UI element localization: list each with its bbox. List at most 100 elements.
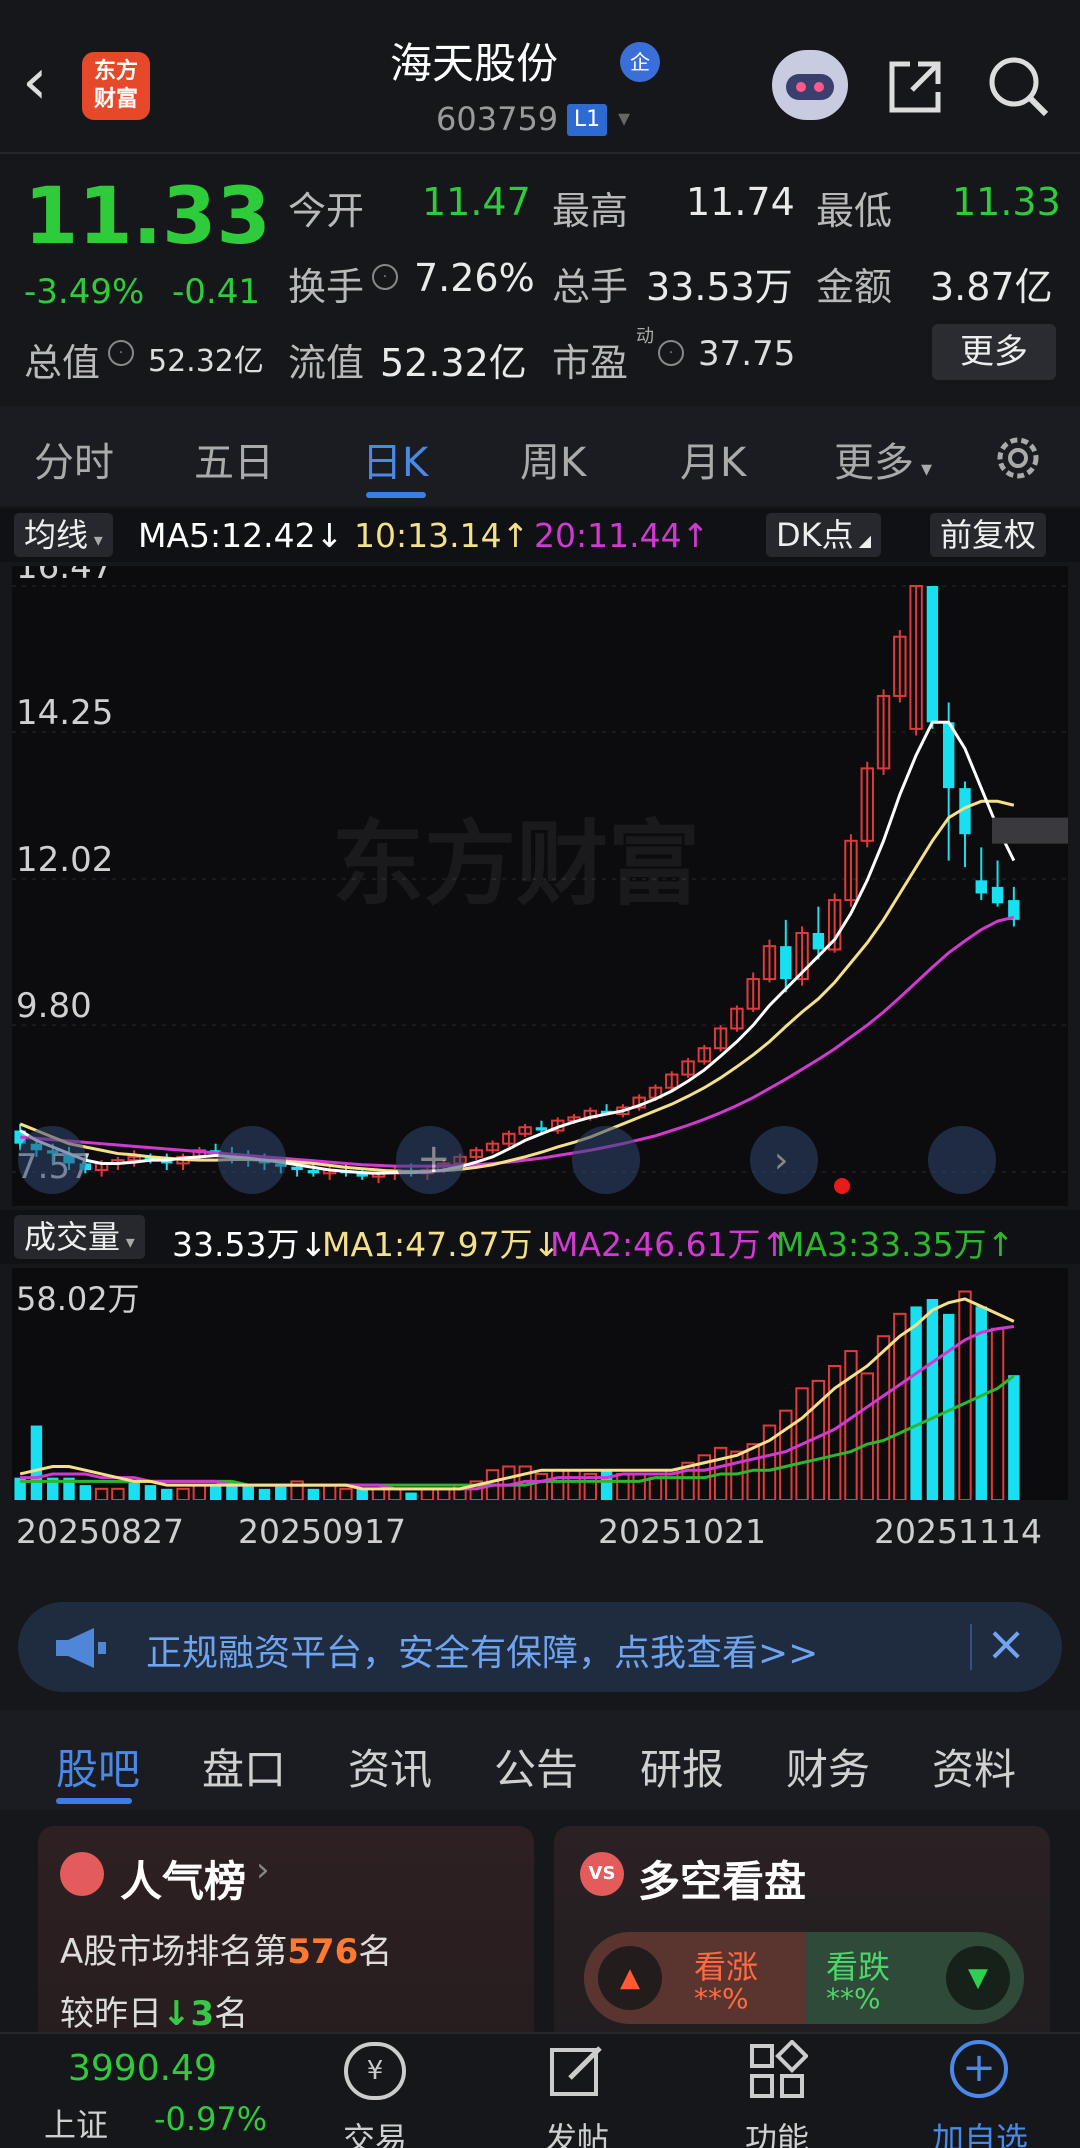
volume-value: 33.53万 — [646, 265, 793, 309]
app-logo: 东方 财富 — [82, 52, 150, 120]
edit-post-icon[interactable] — [546, 2040, 608, 2102]
candle — [991, 886, 1004, 904]
info-icon[interactable]: · — [108, 340, 134, 366]
versus-icon: VS — [580, 1852, 624, 1896]
tab-monthly-k[interactable]: 月K — [680, 430, 746, 488]
info-icon[interactable]: · — [372, 264, 398, 290]
level-badge[interactable]: L1 — [567, 104, 607, 136]
volume-legend: 成交量 ▾ 33.53万↓ MA1:47.97万↓ MA2:46.61万↑ MA… — [0, 1210, 1080, 1264]
stock-code: 603759 — [436, 100, 559, 138]
adjust-mode-button[interactable]: 前复权 — [930, 513, 1047, 557]
high-label: 最高 — [552, 189, 629, 233]
volume-ma3: MA3:33.35万↑ — [776, 1225, 1015, 1264]
volume-bar — [242, 1485, 254, 1500]
add-watchlist-icon[interactable]: + — [950, 2040, 1008, 2098]
volume-bar — [79, 1485, 92, 1500]
tab-profile[interactable]: 资料 — [932, 1736, 1016, 1797]
date-axis: 20250827 20250917 20251021 20251114 — [12, 1504, 1068, 1554]
high-value: 11.74 — [686, 180, 795, 224]
index-name[interactable]: 上证 — [44, 2100, 108, 2146]
tab-daily-k[interactable]: 日K — [362, 430, 428, 488]
tab-forum[interactable]: 股吧 — [56, 1736, 140, 1797]
price-tick: 9.80 — [16, 986, 92, 1026]
gear-icon[interactable] — [988, 428, 1048, 488]
more-quote-button[interactable]: 更多 — [932, 324, 1056, 380]
chevron-right-icon[interactable]: › — [256, 1850, 270, 1890]
volume-bar — [600, 1470, 613, 1500]
open-label: 今开 — [288, 189, 365, 233]
candle — [975, 880, 987, 894]
volume-indicator-selector[interactable]: 成交量 ▾ — [14, 1215, 145, 1259]
trade-icon[interactable]: ¥ — [344, 2042, 406, 2100]
tab-research[interactable]: 研报 — [640, 1736, 724, 1797]
scroll-left-button[interactable] — [18, 1126, 86, 1194]
info-icon[interactable]: · — [658, 340, 684, 366]
tab-announcements[interactable]: 公告 — [494, 1736, 578, 1797]
nav-add-watchlist[interactable]: 加自选 — [920, 2114, 1040, 2148]
tab-financials[interactable]: 财务 — [786, 1736, 870, 1797]
vote-up-button[interactable]: ▲ 看涨 **% — [584, 1932, 806, 2024]
date-tick: 20250827 — [16, 1512, 184, 1551]
grid-apps-icon[interactable] — [746, 2040, 808, 2102]
ma-legend: 均线 ▾ MA5:12.42↓ 10:13.14↑ 20:11.44↑ DK点 … — [0, 508, 1080, 562]
tab-more[interactable]: 更多 ▾ — [834, 430, 932, 488]
nav-post[interactable]: 发帖 — [536, 2114, 618, 2148]
volume-label: 总手 — [552, 265, 629, 309]
candle — [307, 1170, 320, 1174]
volume-bar — [209, 1485, 222, 1500]
chevron-down-icon[interactable]: ▾ — [618, 104, 630, 132]
open-value: 11.47 — [422, 180, 531, 224]
arrow-up-icon: ▲ — [598, 1946, 662, 2010]
amount-label: 金额 — [816, 265, 893, 309]
arrow-down-icon: ↓ — [162, 1994, 191, 2034]
amount-value: 3.87亿 — [930, 265, 1053, 309]
volume-bar — [910, 1306, 922, 1500]
ranking-chart-icon — [60, 1852, 104, 1896]
market-cap-label: 总值 — [24, 341, 101, 385]
candle — [535, 1127, 548, 1131]
fullscreen-button[interactable] — [928, 1126, 996, 1194]
volume-chart[interactable]: 58.02万 — [12, 1268, 1068, 1500]
close-icon[interactable]: × — [986, 1616, 1026, 1672]
kline-chart[interactable]: 东方财富 16.4714.2512.029.807.57 + › — [12, 566, 1068, 1206]
dk-point-button[interactable]: DK点 ◢ — [766, 513, 882, 557]
tab-orderbook[interactable]: 盘口 — [202, 1736, 286, 1797]
market-cap-value: 52.32亿 — [148, 344, 264, 379]
tab-intraday[interactable]: 分时 — [34, 430, 114, 488]
tab-news[interactable]: 资讯 — [348, 1736, 432, 1797]
date-tick: 20250917 — [238, 1512, 406, 1551]
volume-bar — [356, 1488, 368, 1500]
low-label: 最低 — [816, 189, 893, 233]
turnover-label: 换手 — [288, 265, 365, 309]
vote-up-percent: **% — [694, 1982, 749, 2015]
period-tabs: 分时 五日 日K 周K 月K 更多 ▾ — [0, 406, 1080, 506]
index-change[interactable]: -0.97% — [154, 2100, 267, 2138]
rank-line: A股市场排名第576名 — [60, 1932, 393, 1972]
price-tick: 12.02 — [16, 840, 113, 880]
pe-value: 37.75 — [698, 334, 796, 374]
tab-weekly-k[interactable]: 周K — [520, 430, 586, 488]
scroll-back-button[interactable] — [572, 1126, 640, 1194]
indicator-selector[interactable]: 均线 ▾ — [14, 513, 113, 557]
promo-banner[interactable]: 正规融资平台，安全有保障，点我查看>> × — [18, 1602, 1062, 1692]
active-tab-indicator — [56, 1798, 132, 1804]
volume-bar — [405, 1492, 417, 1500]
nav-function[interactable]: 功能 — [736, 2114, 818, 2148]
arrow-down-icon: ▼ — [946, 1946, 1010, 2010]
volume-ma2: MA2:46.61万↑ — [550, 1225, 789, 1264]
pe-label: 市盈 — [552, 341, 629, 385]
index-value[interactable]: 3990.49 — [68, 2048, 217, 2089]
back-arrow-icon[interactable]: ‹ — [22, 50, 62, 114]
low-value: 11.33 — [952, 180, 1061, 224]
popularity-title[interactable]: 人气榜 — [120, 1848, 246, 1909]
assistant-robot-icon[interactable] — [772, 50, 848, 120]
share-icon[interactable] — [884, 54, 948, 118]
nav-trade[interactable]: 交易 — [334, 2114, 416, 2148]
banner-text[interactable]: 正规融资平台，安全有保障，点我查看>> — [146, 1624, 818, 1676]
zoom-out-button[interactable] — [218, 1126, 286, 1194]
vote-down-button[interactable]: 看跌 **% ▼ — [806, 1932, 1024, 2024]
search-icon[interactable] — [984, 52, 1052, 120]
volume-bar — [926, 1298, 939, 1500]
banner-divider — [970, 1624, 972, 1670]
tab-five-day[interactable]: 五日 — [194, 430, 274, 488]
